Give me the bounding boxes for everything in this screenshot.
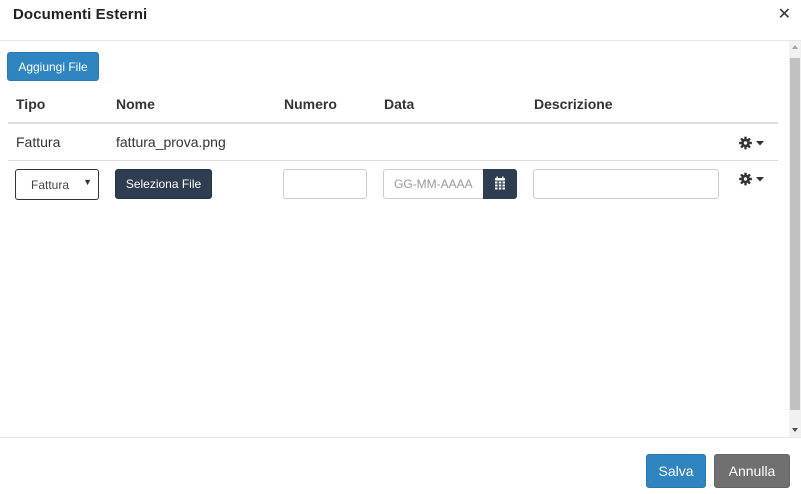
scroll-up-arrow-icon[interactable] <box>792 45 798 49</box>
vertical-scrollbar[interactable] <box>789 41 801 437</box>
numero-input[interactable] <box>283 169 367 199</box>
table-header-divider <box>8 122 778 124</box>
dialog-title: Documenti Esterni <box>13 6 148 23</box>
column-header-nome: Nome <box>116 96 155 112</box>
row-nome: fattura_prova.png <box>116 134 226 150</box>
dialog-header: Documenti Esterni ✕ <box>0 0 801 41</box>
dialog-body: Aggiungi File Tipo Nome Numero Data Desc… <box>0 41 789 437</box>
row-actions-gear-icon[interactable] <box>739 136 767 150</box>
add-file-button[interactable]: Aggiungi File <box>7 52 99 81</box>
cancel-button[interactable]: Annulla <box>714 454 790 488</box>
column-header-data: Data <box>384 96 415 112</box>
descrizione-input[interactable] <box>533 169 719 199</box>
column-header-descrizione: Descrizione <box>534 96 613 112</box>
scrollbar-thumb[interactable] <box>790 58 800 410</box>
row-divider <box>8 160 778 161</box>
data-input[interactable] <box>383 169 484 199</box>
column-header-tipo: Tipo <box>16 96 46 112</box>
close-icon[interactable]: ✕ <box>778 6 791 24</box>
select-file-button[interactable]: Seleziona File <box>115 169 212 199</box>
tipo-select[interactable]: Fattura ▼ <box>15 169 99 200</box>
row-tipo: Fattura <box>16 134 61 150</box>
scroll-down-arrow-icon[interactable] <box>792 428 798 432</box>
calendar-icon <box>495 176 505 190</box>
column-header-numero: Numero <box>284 96 337 112</box>
documenti-esterni-dialog: Documenti Esterni ✕ Aggiungi File Tipo N… <box>0 0 801 494</box>
calendar-button[interactable] <box>483 169 517 199</box>
save-button[interactable]: Salva <box>646 454 706 488</box>
tipo-select-value: Fattura <box>31 178 70 192</box>
new-row-actions-gear-icon[interactable] <box>739 172 767 186</box>
chevron-down-icon: ▼ <box>83 177 92 187</box>
dialog-footer: Salva Annulla <box>0 437 801 494</box>
